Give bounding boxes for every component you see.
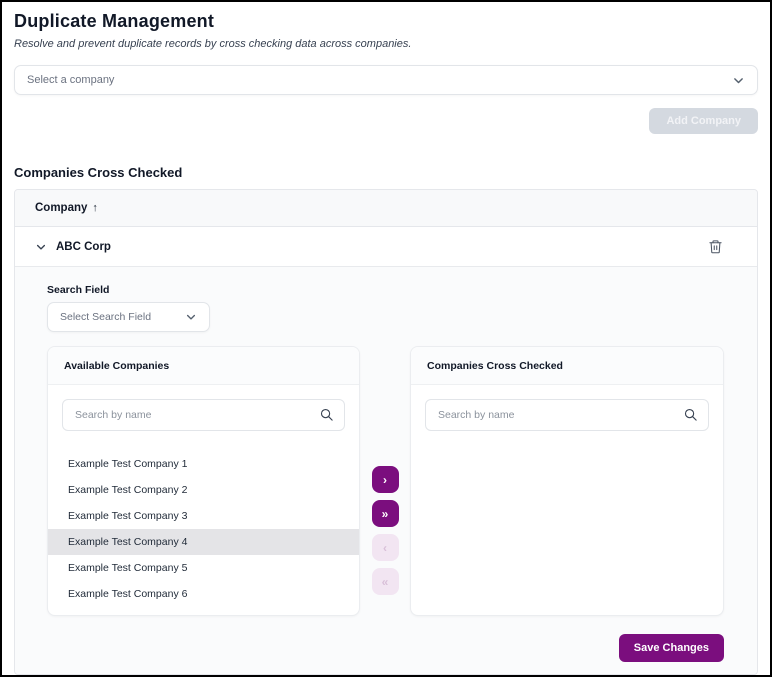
- crosschecked-companies-title: Companies Cross Checked: [411, 347, 723, 385]
- trash-icon: [709, 240, 722, 254]
- available-company-item[interactable]: Example Test Company 2: [48, 477, 359, 503]
- company-select-dropdown[interactable]: Select a company: [14, 65, 758, 95]
- move-all-left-button[interactable]: «: [371, 568, 399, 595]
- company-select-placeholder: Select a company: [27, 74, 115, 86]
- available-companies-title: Available Companies: [48, 347, 359, 385]
- crosschecked-companies-panel: Companies Cross Checked: [410, 346, 724, 616]
- company-name: ABC Corp: [56, 240, 111, 253]
- table-header-company[interactable]: Company ↑: [15, 190, 757, 227]
- add-company-button[interactable]: Add Company: [649, 108, 758, 134]
- chevron-down-icon: [185, 311, 197, 323]
- duplicate-management-page: Duplicate Management Resolve and prevent…: [0, 0, 772, 677]
- save-row: Save Changes: [47, 634, 724, 662]
- available-company-item[interactable]: Example Test Company 4: [48, 529, 359, 555]
- sort-ascending-icon: ↑: [92, 202, 98, 214]
- available-company-item[interactable]: Example Test Company 6: [48, 581, 359, 607]
- row-expanded-panel: Search Field Select Search Field Availab…: [15, 267, 757, 674]
- add-company-row: Add Company: [14, 108, 758, 134]
- search-field-label: Search Field: [47, 284, 110, 296]
- table-row-abc-corp[interactable]: ABC Corp: [15, 227, 757, 267]
- transfer-buttons: › » ‹ «: [360, 346, 410, 595]
- page-title: Duplicate Management: [14, 11, 215, 31]
- available-search: [62, 399, 345, 431]
- page-subtitle: Resolve and prevent duplicate records by…: [14, 38, 412, 50]
- search-field-placeholder: Select Search Field: [60, 311, 152, 323]
- move-left-button[interactable]: ‹: [371, 534, 399, 561]
- crosschecked-search: [425, 399, 709, 431]
- crosschecked-search-input[interactable]: [425, 399, 709, 431]
- save-changes-button[interactable]: Save Changes: [618, 634, 724, 662]
- move-all-right-button[interactable]: »: [371, 500, 399, 527]
- available-companies-panel: Available Companies Example Test Company…: [47, 346, 360, 616]
- available-company-item[interactable]: Example Test Company 5: [48, 555, 359, 581]
- section-heading: Companies Cross Checked: [14, 165, 183, 180]
- delete-company-button[interactable]: [706, 237, 725, 256]
- chevron-down-icon[interactable]: [35, 241, 47, 253]
- column-header-label: Company: [35, 202, 88, 214]
- available-search-input[interactable]: [62, 399, 345, 431]
- available-company-item[interactable]: Example Test Company 1: [48, 451, 359, 477]
- companies-table: Company ↑ ABC Corp Search Field Select S…: [14, 189, 758, 675]
- move-right-button[interactable]: ›: [371, 466, 399, 493]
- available-company-item[interactable]: Example Test Company 3: [48, 503, 359, 529]
- search-field-dropdown[interactable]: Select Search Field: [47, 302, 210, 332]
- transfer-panels: Available Companies Example Test Company…: [47, 346, 724, 616]
- available-companies-list: Example Test Company 1 Example Test Comp…: [48, 451, 359, 607]
- chevron-down-icon: [732, 74, 745, 87]
